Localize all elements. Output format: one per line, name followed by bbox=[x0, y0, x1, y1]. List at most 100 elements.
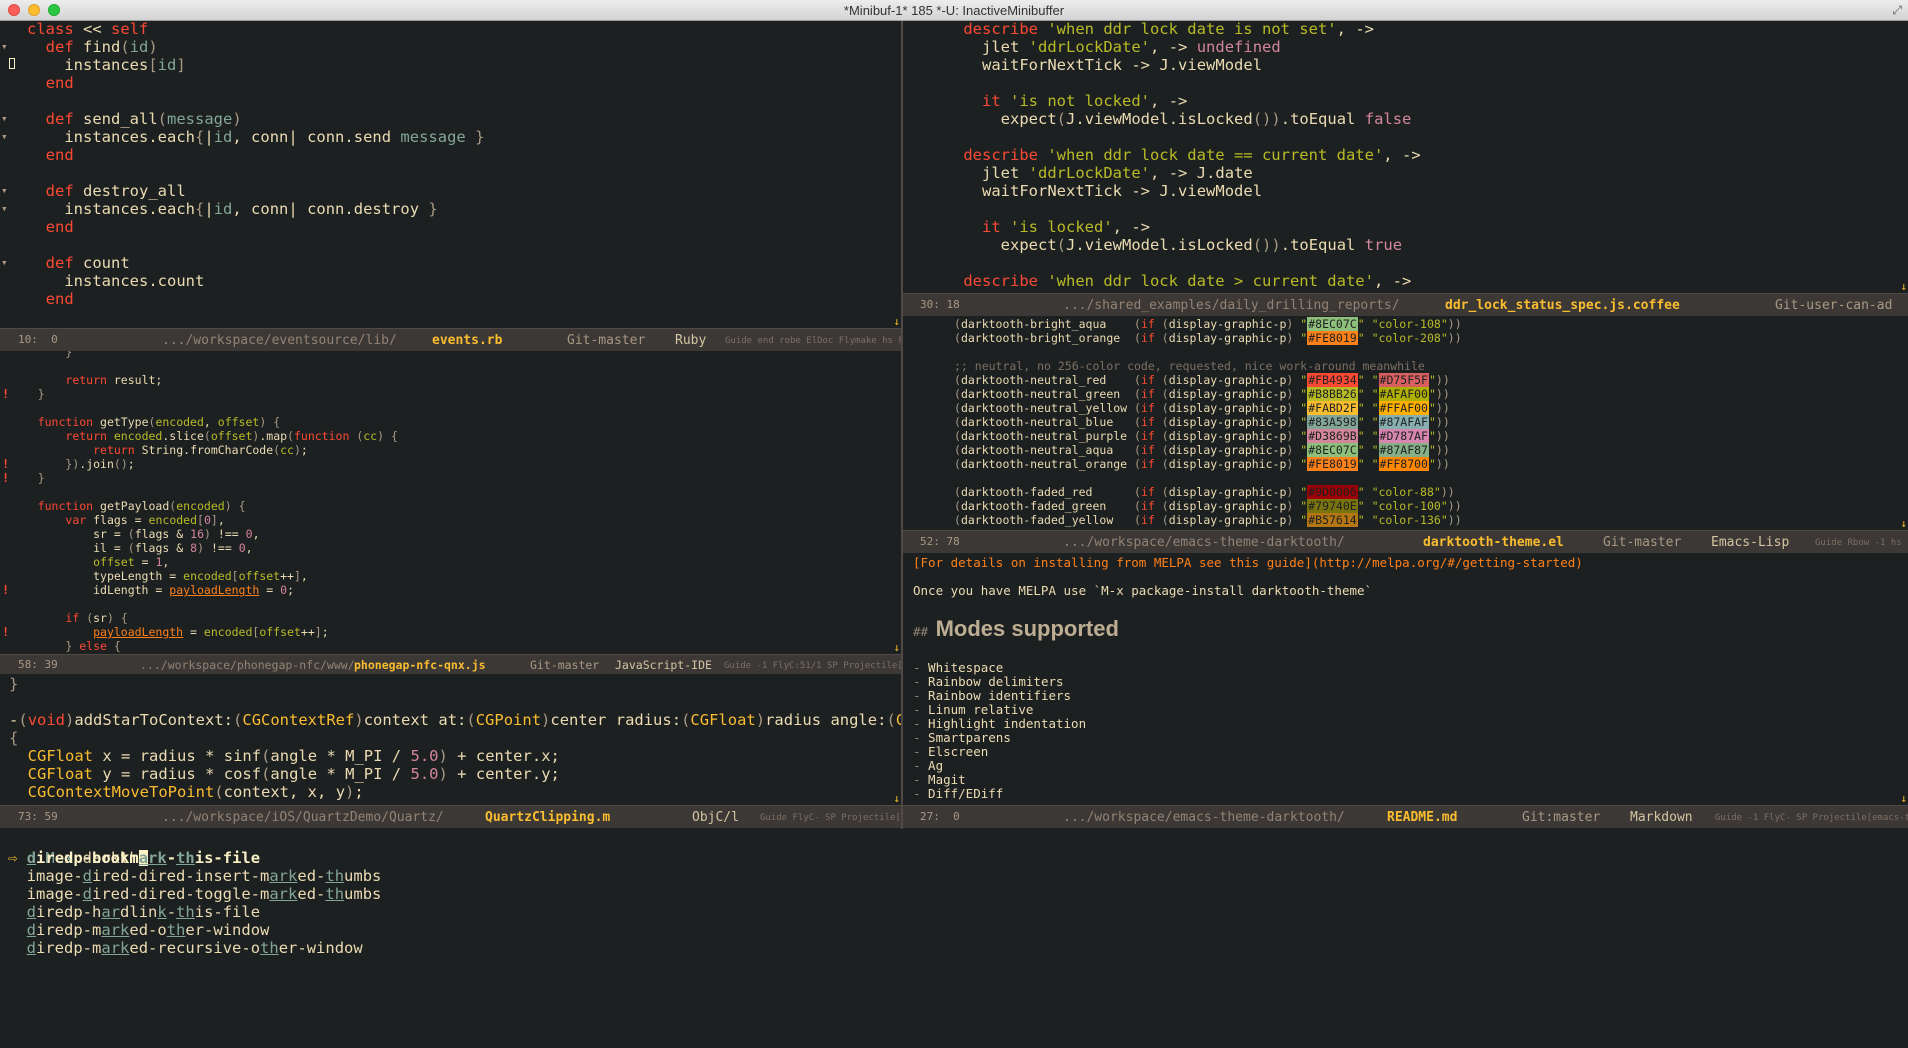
modeline-quartz-m[interactable]: 73: 59 .../workspace/iOS/QuartzDemo/Quar… bbox=[0, 805, 901, 828]
code-line[interactable]: if (sr) { bbox=[10, 611, 901, 625]
fold-indicator-icon[interactable]: ▾ bbox=[1, 256, 8, 269]
code-line[interactable]: def destroy_all bbox=[27, 182, 901, 200]
code-line[interactable]: return result; bbox=[10, 373, 901, 387]
code-line[interactable]: sr = (flags & 16) !== 0, bbox=[10, 527, 901, 541]
modeline-major-mode[interactable]: ObjC/l bbox=[692, 810, 739, 825]
modeline-filename[interactable]: QuartzClipping.m bbox=[485, 810, 610, 825]
modeline-filename[interactable]: events.rb bbox=[432, 333, 502, 348]
code-line[interactable]: payloadLength = encoded[offset++]; bbox=[10, 625, 901, 639]
code-line[interactable]: instances.each{|id, conn| conn.destroy } bbox=[27, 200, 901, 218]
code-line[interactable]: end bbox=[27, 146, 901, 164]
modeline-minor-modes[interactable]: Guide FlyC- SP Projectile[-] bbox=[760, 813, 901, 823]
code-line[interactable]: CGFloat y = radius * cosf(angle * M_PI /… bbox=[9, 765, 901, 783]
code-line[interactable]: } bbox=[10, 387, 901, 401]
editor-pane-phonegap-js[interactable]: } return result; } function getType(enco… bbox=[0, 351, 901, 654]
code-line[interactable]: } bbox=[10, 471, 901, 485]
editor-pane-coffee-spec[interactable]: describe 'when ddr lock date is not set'… bbox=[903, 21, 1908, 293]
code-line[interactable]: waitForNextTick -> J.viewModel bbox=[926, 56, 1908, 74]
code-line[interactable]: (darktooth-faded_yellow (if (display-gra… bbox=[954, 513, 1908, 527]
minibuffer[interactable]: M-x darkth ⇨ diredp-bookmark-this-file i… bbox=[0, 829, 1908, 1048]
code-line[interactable]: it 'is not locked', -> bbox=[926, 92, 1908, 110]
code-line[interactable]: }).join(); bbox=[10, 457, 901, 471]
fold-indicator-icon[interactable]: ▾ bbox=[1, 184, 8, 197]
modeline-minor-modes[interactable]: Guide -1 FlyC:51/1 SP Projectile[ph bbox=[724, 661, 901, 671]
code-line[interactable]: waitForNextTick -> J.viewModel bbox=[926, 182, 1908, 200]
editor-pane-quartz-m[interactable]: } -(void)addStarToContext:(CGContextRef)c… bbox=[0, 674, 901, 805]
code-line[interactable]: idLength = payloadLength = 0; bbox=[10, 583, 901, 597]
modeline-readme-md[interactable]: 27: 0 .../workspace/emacs-theme-darktoot… bbox=[903, 805, 1908, 828]
modeline-minor-modes[interactable]: Guide Rbow -1 hs F bbox=[1815, 538, 1908, 548]
code-line[interactable]: end bbox=[27, 74, 901, 92]
code-line[interactable]: instances.count bbox=[27, 272, 901, 290]
code-line[interactable]: describe 'when ddr lock date is not set'… bbox=[926, 21, 1908, 38]
fold-indicator-icon[interactable]: ▾ bbox=[1, 40, 8, 53]
flycheck-error-icon[interactable]: ! bbox=[2, 583, 9, 597]
modeline-minor-modes[interactable]: Guide end robe ElDoc Flymake hs Fly bbox=[725, 336, 901, 346]
editor-pane-darktooth-el[interactable]: (darktooth-bright_aqua (if (display-grap… bbox=[903, 316, 1908, 530]
completion-candidate[interactable]: image-dired-dired-toggle-marked-thumbs bbox=[8, 885, 1908, 903]
code-line[interactable]: (darktooth-neutral_green (if (display-gr… bbox=[954, 387, 1908, 401]
modeline-major-mode[interactable]: Ruby bbox=[675, 333, 706, 348]
code-line[interactable]: } bbox=[9, 675, 901, 693]
modeline-filename[interactable]: README.md bbox=[1387, 810, 1457, 825]
code-line[interactable]: return String.fromCharCode(cc); bbox=[10, 443, 901, 457]
modeline-major-mode[interactable]: Emacs-Lisp bbox=[1711, 535, 1789, 550]
modeline-vc[interactable]: Git:master bbox=[1522, 810, 1600, 825]
code-line[interactable]: expect(J.viewModel.isLocked()).toEqual f… bbox=[926, 110, 1908, 128]
modeline-events-rb[interactable]: 10: 0 .../workspace/eventsource/lib/ eve… bbox=[0, 328, 901, 351]
code-line[interactable]: class << self bbox=[27, 21, 901, 38]
modeline-major-mode[interactable]: Markdown bbox=[1630, 810, 1693, 825]
code-line[interactable]: (darktooth-neutral_blue (if (display-gra… bbox=[954, 415, 1908, 429]
code-line[interactable]: offset = 1, bbox=[10, 555, 901, 569]
completion-candidate[interactable]: diredp-hardlink-this-file bbox=[8, 903, 1908, 921]
modeline-vc[interactable]: Git-master bbox=[1603, 535, 1681, 550]
modeline-phonegap-js[interactable]: 58: 39 .../workspace/phonegap-nfc/www/ p… bbox=[0, 654, 901, 674]
code-line[interactable]: (darktooth-neutral_purple (if (display-g… bbox=[954, 429, 1908, 443]
code-line[interactable]: describe 'when ddr lock date > current d… bbox=[926, 272, 1908, 290]
code-line[interactable]: def send_all(message) bbox=[27, 110, 901, 128]
code-line[interactable]: CGContextMoveToPoint(context, x, y); bbox=[9, 783, 901, 801]
modeline-vc[interactable]: Git-user-can-ad bbox=[1775, 298, 1892, 313]
modeline-filename[interactable]: darktooth-theme.el bbox=[1423, 535, 1564, 550]
code-line[interactable]: (darktooth-neutral_yellow (if (display-g… bbox=[954, 401, 1908, 415]
code-line[interactable]: (darktooth-faded_green (if (display-grap… bbox=[954, 499, 1908, 513]
modeline-filename[interactable]: ddr_lock_status_spec.js.coffee bbox=[1445, 298, 1680, 313]
modeline-coffee-spec[interactable]: 30: 18 .../shared_examples/daily_drillin… bbox=[903, 293, 1908, 316]
flycheck-error-icon[interactable]: ! bbox=[2, 457, 9, 471]
code-line[interactable]: var flags = encoded[0], bbox=[10, 513, 901, 527]
completion-candidate[interactable]: ⇨ diredp-bookmark-this-file bbox=[8, 849, 1908, 867]
fold-indicator-icon[interactable]: ▾ bbox=[1, 112, 8, 125]
code-line[interactable]: describe 'when ddr lock date == current … bbox=[926, 146, 1908, 164]
code-line[interactable]: -(void)addStarToContext:(CGContextRef)co… bbox=[9, 711, 901, 729]
editor-pane-events-rb[interactable]: class << self def find(id) instances[id]… bbox=[0, 21, 901, 328]
flycheck-error-icon[interactable]: ! bbox=[2, 387, 9, 401]
modeline-vc[interactable]: Git-master bbox=[530, 658, 599, 672]
code-line[interactable]: def count bbox=[27, 254, 901, 272]
code-line[interactable]: def find(id) bbox=[27, 38, 901, 56]
completion-candidate[interactable]: diredp-marked-other-window bbox=[8, 921, 1908, 939]
code-line[interactable]: function getType(encoded, offset) { bbox=[10, 415, 901, 429]
code-line[interactable]: function getPayload(encoded) { bbox=[10, 499, 901, 513]
code-line[interactable]: end bbox=[27, 218, 901, 236]
modeline-darktooth-el[interactable]: 52: 78 .../workspace/emacs-theme-darktoo… bbox=[903, 530, 1908, 553]
modeline-major-mode[interactable]: JavaScript-IDE bbox=[615, 658, 712, 672]
completion-candidate[interactable]: image-dired-dired-insert-marked-thumbs bbox=[8, 867, 1908, 885]
code-line[interactable]: } bbox=[10, 351, 901, 359]
code-line[interactable]: (darktooth-neutral_orange (if (display-g… bbox=[954, 457, 1908, 471]
code-line[interactable]: jlet 'ddrLockDate', -> J.date bbox=[926, 164, 1908, 182]
code-line[interactable]: (darktooth-neutral_red (if (display-grap… bbox=[954, 373, 1908, 387]
code-line[interactable]: CGFloat x = radius * sinf(angle * M_PI /… bbox=[9, 747, 901, 765]
flycheck-error-icon[interactable]: ! bbox=[2, 471, 9, 485]
fold-indicator-icon[interactable]: ▾ bbox=[1, 130, 8, 143]
fullscreen-icon[interactable]: ⤢ bbox=[1892, 3, 1902, 18]
modeline-filename[interactable]: phonegap-nfc-qnx.js bbox=[354, 658, 486, 672]
code-line[interactable]: (darktooth-neutral_aqua (if (display-gra… bbox=[954, 443, 1908, 457]
code-line[interactable]: (darktooth-bright_aqua (if (display-grap… bbox=[954, 317, 1908, 331]
code-line[interactable]: (darktooth-bright_orange (if (display-gr… bbox=[954, 331, 1908, 345]
code-line[interactable]: } else { bbox=[10, 639, 901, 653]
code-line[interactable]: instances.each{|id, conn| conn.send mess… bbox=[27, 128, 901, 146]
modeline-minor-modes[interactable]: Guide -1 FlyC- SP Projectile[emacs-the bbox=[1715, 813, 1908, 823]
code-line[interactable]: (darktooth-faded_red (if (display-graphi… bbox=[954, 485, 1908, 499]
markdown-link[interactable]: [For details on installing from MELPA se… bbox=[913, 555, 1583, 570]
editor-pane-readme-md[interactable]: [For details on installing from MELPA se… bbox=[903, 553, 1908, 805]
